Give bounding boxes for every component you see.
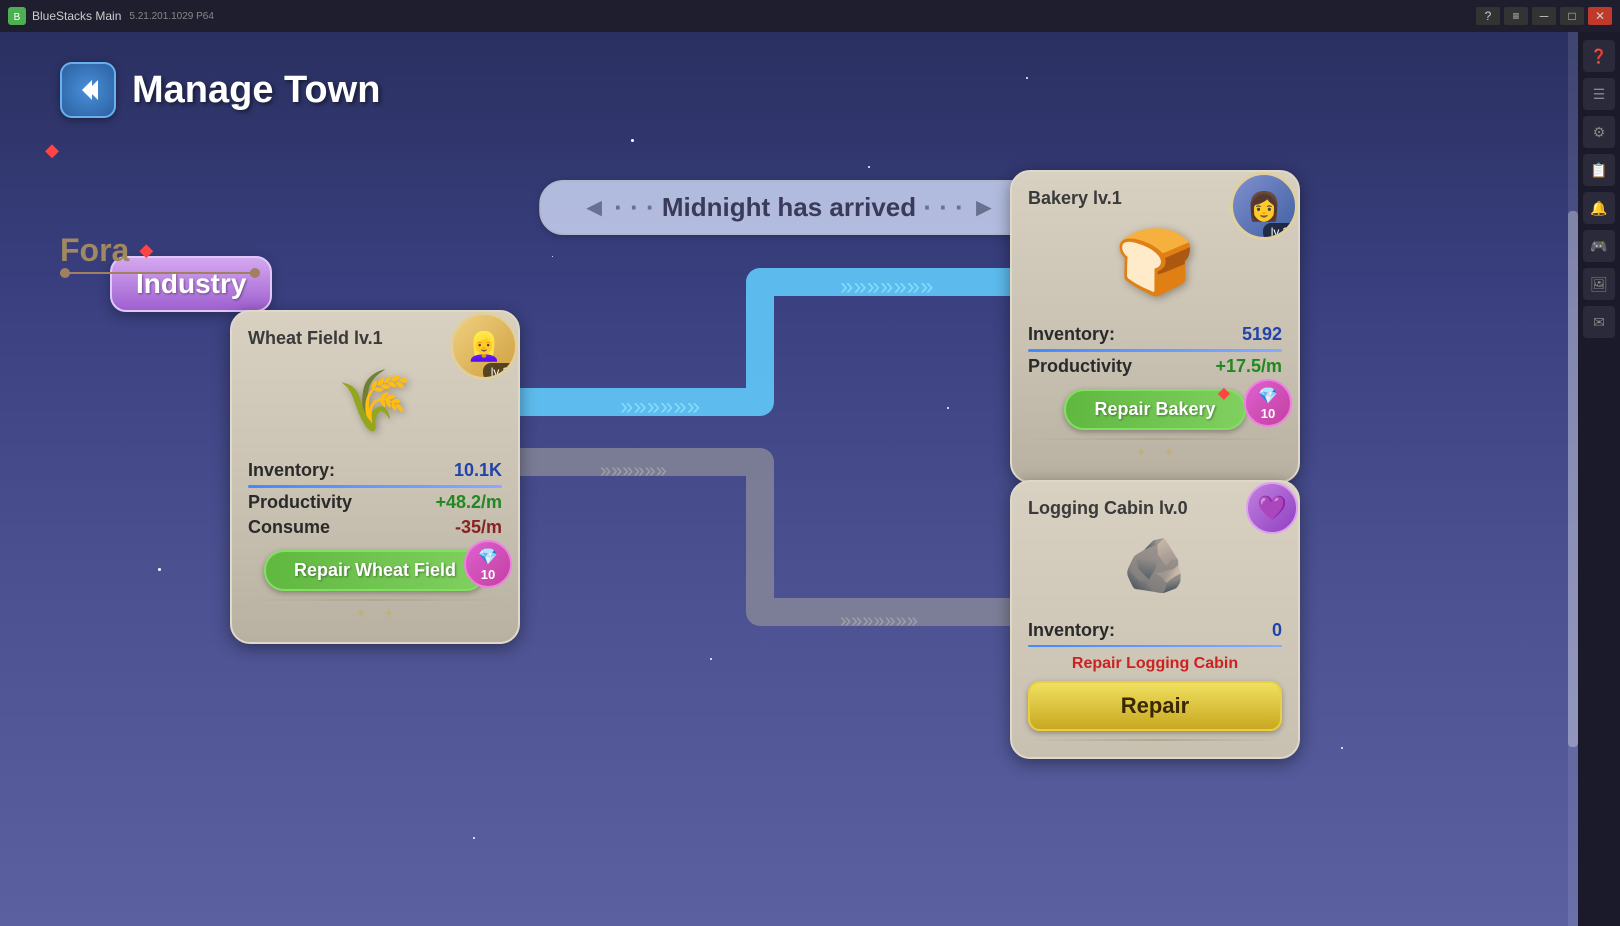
svg-text:B: B: [14, 12, 21, 23]
fora-line: [60, 272, 260, 274]
bakery-card: 👩 lv.16 Bakery lv.1 🍞 Inventory: 5192 Pr…: [1010, 170, 1300, 483]
fora-label: Fora: [60, 232, 129, 269]
bakery-bottom-stars: ✦ ✦: [1028, 440, 1282, 465]
bakery-avatar: 👩 lv.16: [1230, 172, 1298, 240]
sidebar-icon-8[interactable]: ✉: [1583, 306, 1615, 338]
wheat-bottom-stars: ✦ ✦: [248, 601, 502, 626]
logging-bottom-line: [1028, 739, 1282, 741]
sidebar-icon-2[interactable]: ☰: [1583, 78, 1615, 110]
wheat-consume-value: -35/m: [455, 517, 502, 538]
sidebar-icon-3[interactable]: ⚙: [1583, 116, 1615, 148]
close-button[interactable]: ✕: [1588, 7, 1612, 25]
wheat-consume-row: Consume -35/m: [248, 517, 502, 538]
bakery-repair-container: Repair Bakery 💎 10 ◆: [1028, 389, 1282, 430]
bakery-productivity-label: Productivity: [1028, 356, 1132, 377]
wheat-inventory-label: Inventory:: [248, 460, 335, 481]
stone-icon: 🪨: [1123, 535, 1188, 596]
logging-inventory-label: Inventory:: [1028, 620, 1115, 641]
help-button[interactable]: ?: [1476, 7, 1500, 25]
bakery-repair-gem-icon: 💎: [1258, 386, 1278, 406]
game-area: Manage Town Industry ◆ Fora ◆ ◄ · · · Mi…: [0, 32, 1578, 926]
wheat-repair-cost-value: 10: [481, 567, 495, 582]
logging-cabin-card: 💜 Logging Cabin lv.0 🪨 Inventory: 0 Repa…: [1010, 480, 1300, 759]
wheat-productivity-label: Productivity: [248, 492, 352, 513]
midnight-text: Midnight has arrived: [662, 192, 916, 222]
wheat-inventory-bar: [248, 485, 502, 488]
star-center: ✦: [383, 605, 395, 622]
window-controls: ? ≡ ─ □ ✕: [1476, 7, 1612, 25]
bakery-inventory-value: 5192: [1242, 324, 1282, 345]
wheat-consume-label: Consume: [248, 517, 330, 538]
wheat-field-card: 👱‍♀️ lv.16 Wheat Field lv.1 🌾 Inventory:…: [230, 310, 520, 644]
bakery-repair-diamond: ◆: [1218, 383, 1230, 403]
bread-icon: 🍞: [1115, 225, 1195, 300]
midnight-right-arrows: · · · ►: [923, 192, 996, 222]
sidebar-icon-6[interactable]: 🎮: [1583, 230, 1615, 262]
wheat-avatar: 👱‍♀️ lv.16: [450, 312, 518, 380]
logging-inventory-value: 0: [1272, 620, 1282, 641]
logging-stats: Inventory: 0: [1028, 620, 1282, 647]
wheat-avatar-face: 👱‍♀️: [467, 330, 502, 363]
bakery-productivity-row: Productivity +17.5/m: [1028, 356, 1282, 377]
industry-diamond-icon: ◆: [45, 140, 59, 161]
star-left: ✦: [355, 605, 367, 622]
sidebar-icon-1[interactable]: ❓: [1583, 40, 1615, 72]
sidebar-icon-4[interactable]: 📋: [1583, 154, 1615, 186]
midnight-banner: ◄ · · · Midnight has arrived · · · ►: [539, 180, 1039, 235]
logging-card-inner: 💜 Logging Cabin lv.0: [1028, 498, 1282, 519]
logging-repair-button[interactable]: Repair: [1028, 681, 1282, 731]
bakery-star-left: ✦: [1135, 444, 1147, 461]
menu-button[interactable]: ≡: [1504, 7, 1528, 25]
app-name: BlueStacks Main: [32, 9, 121, 23]
fora-area: Fora ◆: [60, 232, 153, 269]
bakery-stats: Inventory: 5192 Productivity +17.5/m: [1028, 324, 1282, 377]
wheat-inventory-value: 10.1K: [454, 460, 502, 481]
repair-gem-icon: 💎: [478, 547, 498, 567]
wheat-inventory-row: Inventory: 10.1K: [248, 460, 502, 481]
bakery-productivity-value: +17.5/m: [1215, 356, 1282, 377]
sidebar-icon-7[interactable]: 🖼: [1583, 268, 1615, 300]
scrollbar-thumb[interactable]: [1568, 211, 1578, 747]
stone-icon-area: 🪨: [1028, 519, 1282, 612]
logging-inventory-bar: [1028, 645, 1282, 647]
wheat-repair-cost: 💎 10: [464, 540, 512, 588]
fora-diamond-icon: ◆: [139, 240, 153, 261]
logging-repair-text: Repair Logging Cabin: [1028, 655, 1282, 673]
page-title-area: Manage Town: [60, 62, 380, 118]
bakery-inventory-row: Inventory: 5192: [1028, 324, 1282, 345]
back-button[interactable]: [60, 62, 116, 118]
maximize-button[interactable]: □: [1560, 7, 1584, 25]
app-version: 5.21.201.1029 P64: [129, 11, 214, 22]
wheat-stats: Inventory: 10.1K Productivity +48.2/m Co…: [248, 460, 502, 538]
minimize-button[interactable]: ─: [1532, 7, 1556, 25]
page-title: Manage Town: [132, 69, 380, 112]
bakery-inventory-label: Inventory:: [1028, 324, 1115, 345]
right-sidebar: ❓ ☰ ⚙ 📋 🔔 🎮 🖼 ✉: [1578, 32, 1620, 926]
bakery-repair-cost: 💎 10: [1244, 379, 1292, 427]
app-icon: B: [8, 7, 26, 25]
titlebar: B BlueStacks Main 5.21.201.1029 P64 ? ≡ …: [0, 0, 1620, 32]
logging-card-title: Logging Cabin lv.0: [1028, 498, 1282, 519]
wheat-icon: 🌾: [338, 365, 413, 436]
wheat-productivity-value: +48.2/m: [435, 492, 502, 513]
wheat-repair-button[interactable]: Repair Wheat Field: [264, 550, 486, 591]
wheat-productivity-row: Productivity +48.2/m: [248, 492, 502, 513]
sidebar-icon-5[interactable]: 🔔: [1583, 192, 1615, 224]
bakery-inventory-bar: [1028, 349, 1282, 352]
bakery-card-inner: 👩 lv.16 Bakery lv.1: [1028, 188, 1282, 209]
bakery-star-right: ✦: [1163, 444, 1175, 461]
scrollbar[interactable]: [1568, 32, 1578, 926]
wheat-repair-container: Repair Wheat Field 💎 10: [248, 550, 502, 591]
bakery-repair-cost-value: 10: [1261, 406, 1275, 421]
logging-gem-icon: 💜: [1246, 482, 1298, 534]
midnight-left-arrows: ◄ · · ·: [581, 192, 654, 222]
logging-inventory-row: Inventory: 0: [1028, 620, 1282, 641]
wheat-card-inner: 👱‍♀️ lv.16 Wheat Field lv.1: [248, 328, 502, 349]
bakery-avatar-face: 👩: [1247, 190, 1282, 223]
